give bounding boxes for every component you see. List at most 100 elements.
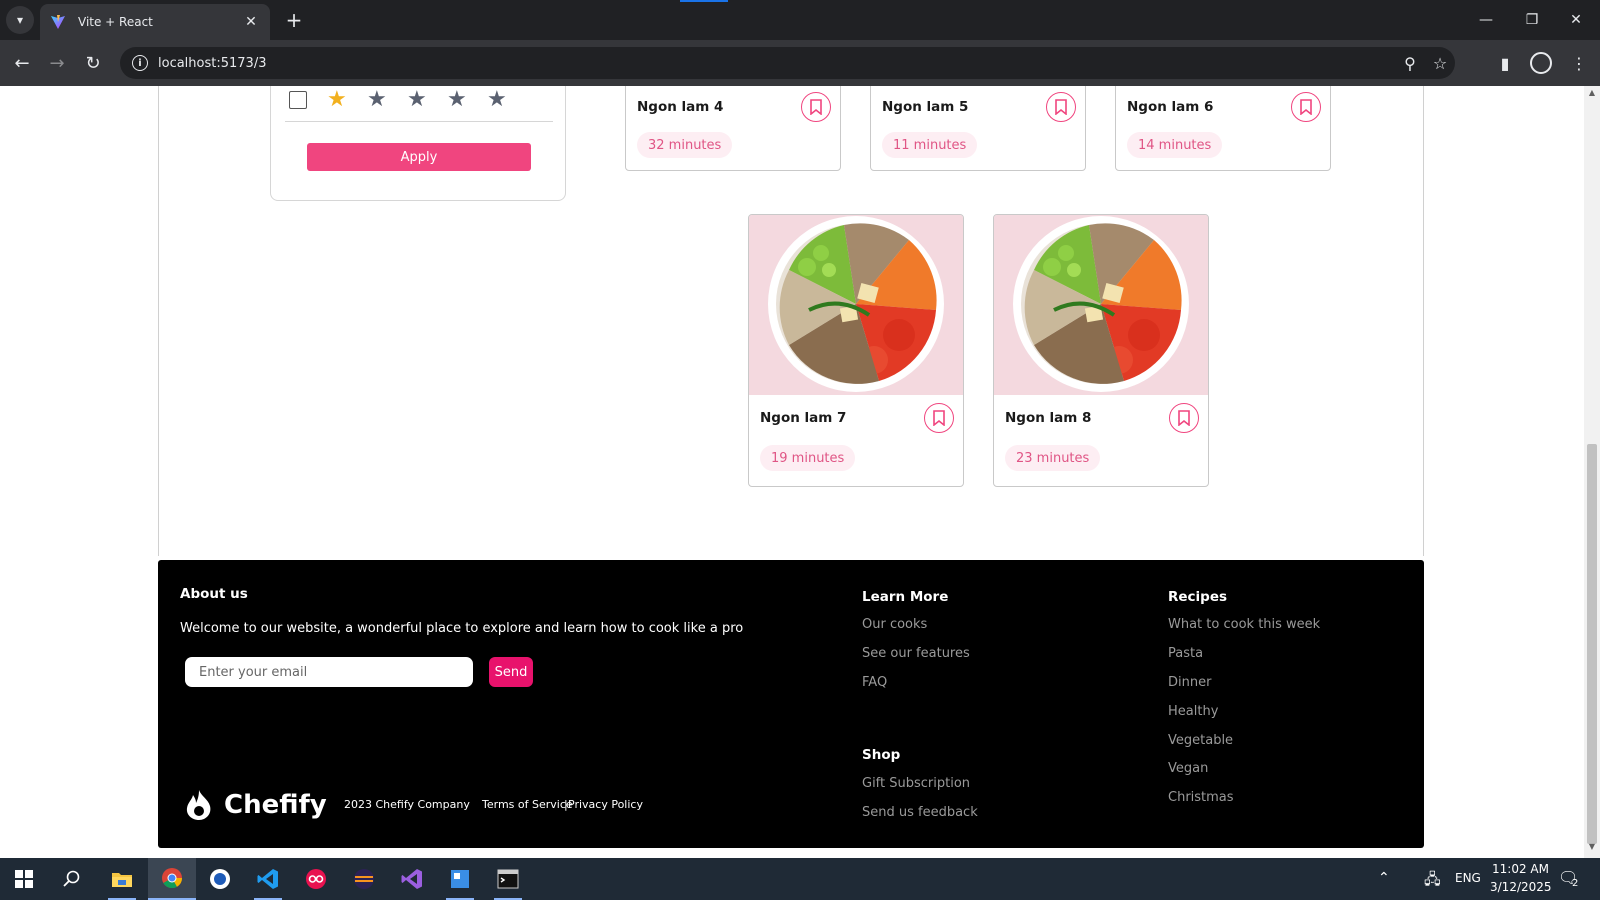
cook-time-badge: 32 minutes [637, 132, 733, 158]
visual-studio-taskbar[interactable] [388, 858, 436, 900]
profile-icon[interactable] [1528, 50, 1554, 76]
folder-icon [112, 873, 132, 887]
bookmark-button[interactable] [1291, 92, 1321, 122]
footer-link-recipe[interactable]: Dinner [1168, 675, 1211, 690]
recipe-card[interactable]: Ngon lam 6 14 minutes [1115, 86, 1331, 171]
star-icon: ★ [367, 87, 387, 112]
browser-tab-bar: ▾ Vite + React ✕ + — ❐ ✕ [0, 0, 1600, 40]
eclipse-taskbar[interactable] [340, 858, 388, 900]
divider [285, 121, 553, 122]
recipe-card[interactable]: Ngon lam 7 19 minutes [748, 214, 964, 487]
notification-count: 2 [1572, 878, 1579, 889]
about-title: About us [180, 586, 248, 602]
footer-link-gift[interactable]: Gift Subscription [862, 776, 970, 791]
cook-time-badge: 14 minutes [1127, 132, 1223, 158]
page-scrollbar[interactable]: ▲ ▼ [1584, 86, 1600, 858]
app-taskbar[interactable] [292, 858, 340, 900]
recipe-image [749, 215, 963, 395]
tab-title: Vite + React [78, 15, 153, 29]
star-icon: ★ [487, 87, 507, 112]
recipe-card[interactable]: Ngon lam 8 23 minutes [993, 214, 1209, 487]
reload-button[interactable]: ↻ [80, 50, 106, 76]
recipe-name: Ngon lam 5 [882, 99, 969, 115]
bookmark-button[interactable] [1046, 92, 1076, 122]
page-viewport: ★ ★ ★ ★ ★ Apply Ngon lam 4 32 minutes Ng… [0, 86, 1584, 858]
chrome-taskbar[interactable] [148, 858, 196, 900]
privacy-link[interactable]: Privacy Policy [568, 798, 643, 811]
close-window-button[interactable]: ✕ [1556, 8, 1596, 32]
address-bar[interactable]: i localhost:5173/3 ⚲ ☆ [120, 47, 1455, 79]
app-taskbar[interactable] [196, 858, 244, 900]
app-icon [306, 869, 326, 889]
rating-checkbox[interactable] [289, 91, 307, 109]
forward-button[interactable]: → [44, 50, 70, 76]
url-text: localhost:5173/3 [158, 55, 267, 71]
search-icon [63, 870, 80, 887]
clock-date[interactable]: 3/12/2025 [1490, 880, 1552, 894]
terminal-icon [497, 869, 519, 889]
scroll-up-icon[interactable]: ▲ [1584, 88, 1600, 102]
language-indicator[interactable]: ENG [1455, 871, 1481, 885]
bookmark-star-icon[interactable]: ☆ [1425, 54, 1455, 73]
browser-tab[interactable]: Vite + React ✕ [40, 4, 270, 40]
cook-time-badge: 11 minutes [882, 132, 978, 158]
brand-logo[interactable]: Chefify [184, 789, 327, 821]
restore-button[interactable]: ❐ [1512, 8, 1552, 32]
search-button[interactable] [48, 858, 96, 900]
back-button[interactable]: ← [9, 50, 35, 76]
bookmark-button[interactable] [1169, 403, 1199, 433]
network-icon[interactable]: 🖧 [1424, 869, 1441, 894]
bookmark-icon [1055, 99, 1067, 115]
bookmark-button[interactable] [924, 403, 954, 433]
start-button[interactable] [0, 858, 48, 900]
apply-button[interactable]: Apply [307, 143, 531, 171]
footer-link-recipe[interactable]: Healthy [1168, 704, 1218, 719]
visual-studio-icon [401, 869, 422, 889]
footer-link-recipe[interactable]: What to cook this week [1168, 617, 1320, 632]
learn-more-title: Learn More [862, 589, 949, 605]
side-panel-icon[interactable]: ▮ [1492, 50, 1518, 76]
recipe-card[interactable]: Ngon lam 5 11 minutes [870, 86, 1086, 171]
minimize-button[interactable]: — [1466, 8, 1506, 32]
email-field[interactable] [185, 657, 473, 687]
recipe-name: Ngon lam 6 [1127, 99, 1214, 115]
scroll-down-icon[interactable]: ▼ [1584, 842, 1600, 856]
file-explorer-taskbar[interactable] [98, 858, 146, 900]
footer-link-faq[interactable]: FAQ [862, 675, 887, 690]
footer-link-our-cooks[interactable]: Our cooks [862, 617, 927, 632]
site-footer: About us Welcome to our website, a wonde… [158, 560, 1424, 848]
shop-title: Shop [862, 747, 901, 763]
footer-link-recipe[interactable]: Vegan [1168, 761, 1208, 776]
terms-link[interactable]: Terms of Service [482, 798, 573, 811]
close-tab-icon[interactable]: ✕ [242, 14, 260, 30]
recipe-card[interactable]: Ngon lam 4 32 minutes [625, 86, 841, 171]
terminal-taskbar[interactable] [484, 858, 532, 900]
footer-link-recipe[interactable]: Vegetable [1168, 733, 1233, 748]
new-tab-button[interactable]: + [282, 8, 306, 32]
clock-time[interactable]: 11:02 AM [1492, 862, 1549, 876]
zoom-icon[interactable]: ⚲ [1395, 54, 1425, 73]
filter-panel: ★ ★ ★ ★ ★ Apply [270, 86, 566, 201]
menu-kebab-icon[interactable]: ⋮ [1566, 50, 1592, 76]
footer-link-recipe[interactable]: Christmas [1168, 790, 1234, 805]
flame-icon [186, 790, 211, 820]
avatar [1530, 52, 1552, 74]
scrollbar-thumb[interactable] [1587, 444, 1597, 844]
cook-time-badge: 19 minutes [760, 445, 856, 471]
footer-link-feedback[interactable]: Send us feedback [862, 805, 978, 820]
vscode-icon [257, 869, 278, 889]
eclipse-icon [354, 869, 374, 889]
send-button[interactable]: Send [489, 657, 533, 687]
app-icon [451, 870, 469, 888]
vscode-taskbar[interactable] [244, 858, 292, 900]
site-info-icon[interactable]: i [132, 55, 148, 71]
footer-link-recipe[interactable]: Pasta [1168, 646, 1203, 661]
chevron-up-icon[interactable]: ⌃ [1378, 870, 1390, 886]
app-taskbar[interactable] [436, 858, 484, 900]
footer-link-features[interactable]: See our features [862, 646, 970, 661]
bookmark-button[interactable] [801, 92, 831, 122]
browser-toolbar: ← → ↻ i localhost:5173/3 ⚲ ☆ ▮ ⋮ [0, 40, 1600, 86]
recipes-title: Recipes [1168, 589, 1228, 605]
app-icon [210, 869, 230, 889]
tab-search-button[interactable]: ▾ [6, 6, 34, 34]
